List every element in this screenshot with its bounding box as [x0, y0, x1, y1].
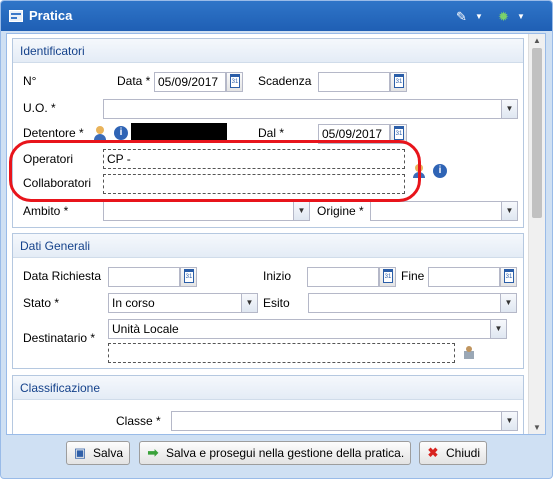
dal-label: Dal * [258, 126, 285, 140]
chevron-down-icon: ▼ [245, 298, 254, 307]
uo-combo[interactable] [103, 99, 502, 119]
esito-combo[interactable] [308, 293, 501, 313]
scrollbar-thumb[interactable] [532, 48, 542, 218]
chevron-down-icon: ▼ [475, 12, 483, 21]
classe-combo[interactable] [171, 411, 502, 431]
classificazione-section: Classificazione Classe * ▼ [12, 375, 524, 434]
section-header[interactable]: Identificatori [13, 39, 523, 63]
calendar-icon: 31 [394, 74, 404, 88]
fine-label: Fine [401, 269, 425, 283]
classe-label: Classe * [116, 414, 161, 428]
scroll-up-icon[interactable]: ▲ [533, 36, 541, 45]
section-legend: Dati Generali [20, 239, 91, 253]
gear-tool-button[interactable]: ✹ ▼ [498, 9, 526, 25]
origine-dropdown-trigger[interactable]: ▼ [501, 201, 518, 221]
window-titlebar[interactable]: Pratica ✎ ▼ ✹ ▼ [1, 1, 552, 31]
brush-tool-button[interactable]: ✎ ▼ [456, 9, 484, 25]
destinatario-label: Destinatario * [23, 331, 96, 345]
scadenza-field[interactable] [318, 72, 390, 92]
data-richiesta-field[interactable] [108, 267, 180, 287]
stato-dropdown-trigger[interactable]: ▼ [241, 293, 258, 313]
section-header[interactable]: Classificazione [13, 376, 523, 400]
highlight-ring [9, 140, 421, 202]
data-field[interactable]: 05/09/2017 [154, 72, 226, 92]
assign-destinatario-icon[interactable] [462, 345, 476, 359]
inizio-field[interactable] [307, 267, 379, 287]
ambito-dropdown-trigger[interactable]: ▼ [293, 201, 310, 221]
uo-label: U.O. * [23, 101, 56, 115]
origine-label: Origine * [317, 204, 364, 218]
form-icon [9, 10, 23, 22]
ambito-combo[interactable] [103, 201, 294, 221]
fine-calendar-button[interactable]: 31 [500, 267, 517, 287]
chevron-down-icon: ▼ [297, 206, 306, 215]
detentore-redacted [131, 123, 227, 141]
esito-label: Esito [263, 296, 290, 310]
inizio-calendar-button[interactable]: 31 [379, 267, 396, 287]
scadenza-label: Scadenza [258, 74, 312, 88]
calendar-icon: 31 [504, 269, 514, 283]
salva-prosegui-button[interactable]: ➡ Salva e prosegui nella gestione della … [139, 441, 412, 465]
chevron-down-icon: ▼ [494, 324, 503, 333]
salva-label: Salva [93, 446, 124, 460]
detentore-label: Detentore * [23, 126, 84, 140]
brush-icon: ✎ [456, 9, 467, 24]
stato-combo[interactable]: In corso [108, 293, 242, 313]
button-bar: ▣ Salva ➡ Salva e prosegui nella gestion… [6, 438, 546, 472]
chevron-down-icon: ▼ [505, 206, 514, 215]
dati-generali-section: Dati Generali Data Richiesta 31 Inizio 3… [12, 233, 524, 369]
destinatario-combo[interactable]: Unità Locale [108, 319, 491, 339]
calendar-icon: 31 [230, 74, 240, 88]
numero-label: N° [23, 74, 37, 88]
data-calendar-button[interactable]: 31 [226, 72, 243, 92]
classe-dropdown-trigger[interactable]: ▼ [501, 411, 518, 431]
data-richiesta-label: Data Richiesta [23, 269, 102, 283]
esito-dropdown-trigger[interactable]: ▼ [500, 293, 517, 313]
stato-label: Stato * [23, 296, 60, 310]
data-richiesta-calendar-button[interactable]: 31 [180, 267, 197, 287]
destinatario-detail-field[interactable] [108, 343, 455, 363]
chiudi-button[interactable]: ✖ Chiudi [419, 441, 488, 465]
origine-combo[interactable] [370, 201, 502, 221]
calendar-icon: 31 [383, 269, 393, 283]
arrow-right-icon: ➡ [147, 445, 159, 460]
chevron-down-icon: ▼ [504, 298, 513, 307]
vertical-scrollbar[interactable]: ▲ ▼ [528, 34, 545, 434]
gear-icon: ✹ [498, 9, 509, 24]
window-title: Pratica [29, 8, 73, 23]
chevron-down-icon: ▼ [505, 416, 514, 425]
chevron-down-icon: ▼ [517, 12, 525, 21]
ambito-label: Ambito * [23, 204, 69, 218]
uo-dropdown-trigger[interactable]: ▼ [501, 99, 518, 119]
salva-prosegui-label: Salva e prosegui nella gestione della pr… [166, 446, 405, 460]
close-icon: ✖ [427, 445, 439, 460]
fine-field[interactable] [428, 267, 500, 287]
scadenza-calendar-button[interactable]: 31 [390, 72, 407, 92]
info-icon[interactable]: i [114, 126, 128, 140]
section-legend: Classificazione [20, 381, 101, 395]
calendar-icon: 31 [184, 269, 194, 283]
pratica-window: Pratica ✎ ▼ ✹ ▼ Identificatori N° Data * 0… [0, 0, 553, 479]
user-select-icon[interactable] [94, 125, 110, 141]
destinatario-dropdown-trigger[interactable]: ▼ [490, 319, 507, 339]
save-icon: ▣ [73, 445, 87, 460]
chevron-down-icon: ▼ [505, 104, 514, 113]
chiudi-label: Chiudi [446, 446, 481, 460]
salva-button[interactable]: ▣ Salva [66, 441, 131, 465]
calendar-icon: 31 [394, 126, 404, 140]
info-icon[interactable]: i [433, 164, 447, 178]
inizio-label: Inizio [263, 269, 292, 283]
section-legend: Identificatori [20, 44, 85, 58]
data-label: Data * [117, 74, 151, 88]
form-body: Identificatori N° Data * 05/09/2017 31 S… [6, 33, 546, 435]
scroll-down-icon[interactable]: ▼ [533, 423, 541, 432]
section-header[interactable]: Dati Generali [13, 234, 523, 258]
